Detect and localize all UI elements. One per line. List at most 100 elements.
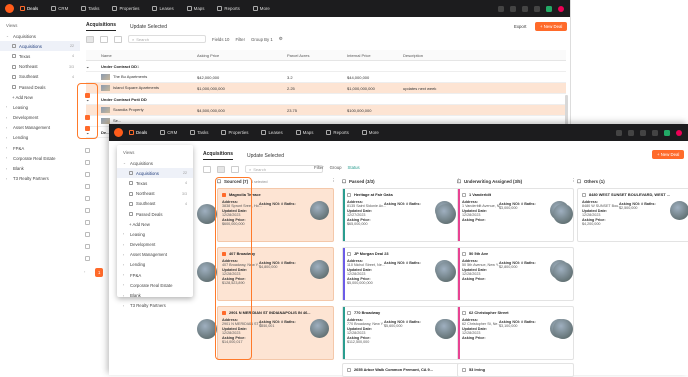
nav-item-properties[interactable]: Properties <box>112 6 139 11</box>
sidebar-item-northeast[interactable]: Northeast 3/3 <box>0 62 80 72</box>
table-row[interactable]: Island Square Apartments $1,000,000,000 2.… <box>86 83 566 94</box>
logo-icon[interactable] <box>114 128 123 137</box>
column-checkbox[interactable]: ☐ <box>342 179 346 185</box>
column-header-description[interactable]: Description <box>403 53 513 58</box>
apps-icon[interactable] <box>652 129 658 136</box>
row-checkbox[interactable] <box>85 232 90 237</box>
group-button[interactable]: Group <box>330 165 342 170</box>
settings-icon[interactable] <box>640 129 646 136</box>
sidebar-item-southeast[interactable]: Southeast 4 <box>0 72 80 82</box>
table-row[interactable]: Scandia Property $4,500,000,000 23.75 $100,… <box>86 105 566 116</box>
sidebar-item-acquisitions[interactable]: Acquisitions 22 <box>117 168 193 179</box>
row-checkbox[interactable] <box>85 115 90 120</box>
help-icon[interactable] <box>616 129 622 136</box>
card-checkbox[interactable] <box>347 310 351 315</box>
deal-name[interactable]: The Bu Apartments <box>97 74 197 80</box>
sidebar-item-development[interactable]: › Development <box>0 113 80 123</box>
sidebar-item-leasing[interactable]: › Leasing <box>0 102 80 112</box>
row-checkbox[interactable] <box>85 148 90 153</box>
nav-item-maps[interactable]: Maps <box>295 130 313 135</box>
table-view-icon[interactable] <box>86 35 94 43</box>
sidebar-item-blank[interactable]: › Blank <box>0 163 80 173</box>
row-checkbox[interactable] <box>85 196 90 201</box>
column-header-parcel-acres[interactable]: Parcel Acres <box>287 53 347 58</box>
tab-acquisitions[interactable]: Acquisitions <box>203 151 234 160</box>
card-checkbox[interactable] <box>347 367 351 372</box>
group-row[interactable]: ⌄ Under Contract DD 1 <box>86 61 566 72</box>
nav-item-deals[interactable]: Deals <box>20 6 38 11</box>
map-view-icon[interactable] <box>114 35 122 43</box>
status-chip[interactable]: Status <box>348 165 360 170</box>
tab-acquisitions[interactable]: Acquisitions <box>86 22 117 31</box>
row-checkbox[interactable] <box>85 93 90 98</box>
sidebar-item-acquisitions[interactable]: ⌄ Acquisitions <box>0 31 80 41</box>
nav-item-tasks[interactable]: Tasks <box>190 130 208 135</box>
avatar[interactable] <box>558 5 564 12</box>
sidebar-item-asset-management[interactable]: › Asset Management <box>0 123 80 133</box>
sidebar-item-texas[interactable]: Texas 4 <box>117 178 193 188</box>
filter-button[interactable]: Filter <box>314 165 324 170</box>
sidebar-item-southeast[interactable]: Southeast 4 <box>117 199 193 209</box>
card-checkbox[interactable] <box>582 192 586 197</box>
map-view-icon[interactable] <box>231 165 239 173</box>
nav-item-tasks[interactable]: Tasks <box>81 6 99 11</box>
board-view-icon[interactable] <box>100 35 108 43</box>
board-view-icon[interactable] <box>217 165 225 173</box>
filter-button[interactable]: Filter <box>235 37 245 42</box>
sidebar-item-asset-management[interactable]: › Asset Management <box>117 250 193 260</box>
row-checkbox[interactable] <box>85 184 90 189</box>
column-menu-icon[interactable]: ⋮ <box>571 178 576 184</box>
card-checkbox[interactable] <box>347 251 351 256</box>
settings-icon[interactable]: ⚙ <box>279 36 283 42</box>
new-deal-button[interactable]: + New Deal <box>652 150 685 159</box>
sidebar-item-acquisitions[interactable]: Acquisitions 22 <box>0 41 80 52</box>
deal-name[interactable]: Scandia Property <box>97 107 197 113</box>
sidebar-item-leasing[interactable]: › Leasing <box>117 229 193 239</box>
sidebar-item-texas[interactable]: Texas 4 <box>0 51 80 61</box>
sidebar-item-development[interactable]: › Development <box>117 240 193 250</box>
sidebar-item-t3-realty-partners[interactable]: › T3 Realty Partners <box>0 174 80 184</box>
logo-icon[interactable] <box>5 4 14 13</box>
scrollbar[interactable] <box>565 95 568 125</box>
sidebar-item-add-new[interactable]: + Add New <box>117 219 193 229</box>
sidebar-item-fp-a[interactable]: › FP&A <box>0 143 80 153</box>
sidebar-item-passed-deals[interactable]: Passed Deals <box>0 82 80 92</box>
card-checkbox[interactable] <box>462 192 466 197</box>
group-by-button[interactable]: Group By 1 <box>251 37 273 42</box>
sidebar-item-corporate-real-estate[interactable]: › Corporate Real Estate <box>117 280 193 290</box>
column-header-internal-price[interactable]: Internal Price <box>347 53 403 58</box>
sidebar-item-blank[interactable]: › Blank <box>117 290 193 300</box>
nav-item-properties[interactable]: Properties <box>221 130 248 135</box>
nav-item-leases[interactable]: Leases <box>152 6 174 11</box>
sidebar-item-fp-a[interactable]: › FP&A <box>117 270 193 280</box>
card-checkbox[interactable] <box>462 251 466 256</box>
sidebar-item-passed-deals[interactable]: Passed Deals <box>117 209 193 219</box>
tab-update-selected[interactable]: Update Selected <box>247 153 284 159</box>
column-header-asking-price[interactable]: Asking Price <box>197 53 287 58</box>
notification-icon[interactable] <box>628 129 634 136</box>
nav-item-reports[interactable]: Reports <box>326 130 349 135</box>
column-checkbox[interactable]: ☐ <box>577 179 581 185</box>
row-checkbox[interactable] <box>85 220 90 225</box>
nav-item-deals[interactable]: Deals <box>129 130 147 135</box>
help-icon[interactable] <box>498 5 504 12</box>
nav-item-more[interactable]: More <box>252 6 270 11</box>
table-view-icon[interactable] <box>203 165 211 173</box>
fields-button[interactable]: Fields 10 <box>212 37 229 42</box>
prev-page-icon[interactable]: ‹ <box>84 269 85 274</box>
page-number-button[interactable]: 1 <box>95 268 104 277</box>
column-header-name[interactable]: Name <box>97 53 197 58</box>
export-button[interactable]: Export <box>509 22 531 31</box>
new-deal-button[interactable]: + New Deal <box>535 22 568 31</box>
nav-item-maps[interactable]: Maps <box>186 6 204 11</box>
column-menu-icon[interactable]: ⋮ <box>331 178 336 184</box>
nav-item-crm[interactable]: CRM <box>51 6 68 11</box>
group-row[interactable]: ⌄ Under Contract Post DD 2 <box>86 94 566 105</box>
sidebar-item-corporate-real-estate[interactable]: › Corporate Real Estate <box>0 153 80 163</box>
nav-item-more[interactable]: More <box>361 130 379 135</box>
column-checkbox[interactable]: ☐ <box>457 179 461 185</box>
row-checkbox[interactable] <box>85 172 90 177</box>
nav-item-leases[interactable]: Leases <box>261 130 283 135</box>
deal-card[interactable]: 8480 WEST SUNSET BOULEVARD, WEST ... Addr… <box>577 188 688 242</box>
search-input[interactable]: ⌕ Search <box>245 165 323 173</box>
